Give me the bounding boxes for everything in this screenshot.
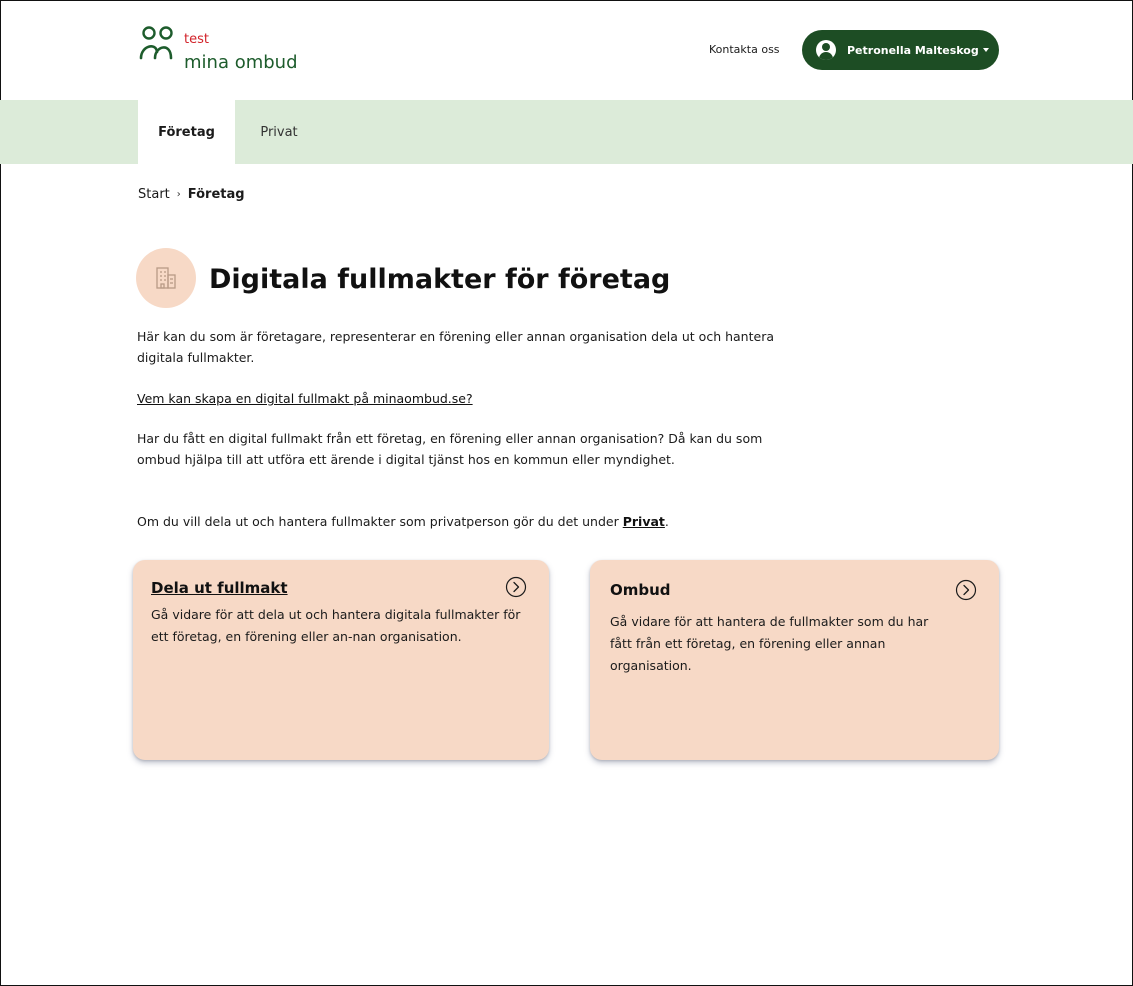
card-description: Gå vidare för att hantera de fullmakter … — [610, 614, 929, 673]
main-nav: Företag Privat — [0, 100, 1133, 164]
circle-chevron-right-icon — [955, 579, 977, 601]
card-ombud[interactable]: Ombud Gå vidare för att hantera de fullm… — [590, 560, 999, 760]
private-link[interactable]: Privat — [623, 514, 665, 529]
breadcrumb-separator: › — [176, 189, 181, 200]
site-header: test mina ombud Kontakta oss Petronella … — [0, 0, 1133, 100]
contact-link[interactable]: Kontakta oss — [709, 43, 780, 57]
card-title[interactable]: Dela ut fullmakt — [151, 578, 288, 598]
user-menu-button[interactable]: Petronella Malteskog — [802, 30, 999, 70]
private-info-after: . — [664, 514, 669, 529]
breadcrumb: Start › Företag — [138, 187, 245, 203]
nav-tab-foretag[interactable]: Företag — [138, 100, 235, 164]
page-title: Digitala fullmakter för företag — [209, 264, 671, 295]
received-proxy-text: Har du fått en digital fullmakt från ett… — [137, 431, 763, 467]
breadcrumb-current: Företag — [187, 187, 245, 202]
private-info-text: Om du vill dela ut och hantera fullmakte… — [137, 511, 837, 532]
intro-text: Här kan du som är företagare, represente… — [137, 329, 774, 365]
circle-chevron-right-icon — [505, 576, 527, 598]
logo-test-badge: test — [184, 32, 209, 47]
user-name: Petronella Malteskog — [847, 43, 979, 57]
nav-tab-privat[interactable]: Privat — [244, 100, 314, 164]
logo-name: mina ombud — [184, 52, 298, 73]
two-people-logo-icon — [139, 26, 173, 60]
user-avatar-icon — [816, 40, 836, 60]
caret-down-icon — [982, 48, 989, 52]
card-title[interactable]: Ombud — [610, 580, 671, 600]
site-logo-link[interactable]: test mina ombud — [138, 24, 338, 80]
card-description: Gå vidare för att dela ut och hantera di… — [151, 607, 521, 644]
who-can-create-link[interactable]: Vem kan skapa en digital fullmakt på min… — [137, 390, 473, 408]
private-info-before: Om du vill dela ut och hantera fullmakte… — [137, 514, 623, 529]
card-dela-ut-fullmakt[interactable]: Dela ut fullmakt Gå vidare för att dela … — [133, 560, 549, 760]
breadcrumb-start-link[interactable]: Start — [138, 187, 170, 203]
office-building-icon — [136, 248, 196, 308]
